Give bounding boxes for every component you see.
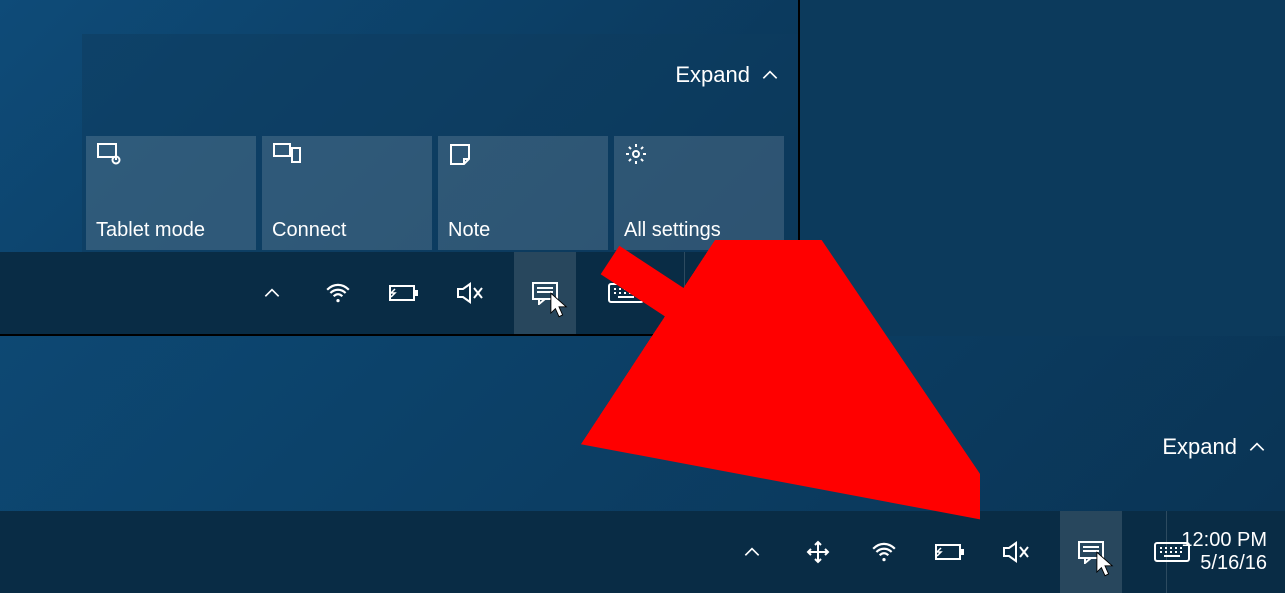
mouse-cursor-icon [550, 292, 568, 318]
expand-button[interactable]: Expand [675, 62, 780, 88]
expand-label: Expand [1162, 434, 1237, 460]
tray-overflow-button[interactable] [250, 271, 294, 315]
quick-action-tiles: Tablet mode Connect Note All settings [86, 136, 784, 250]
tile-label: Tablet mode [96, 219, 205, 242]
wifi-button[interactable] [316, 271, 360, 315]
action-center-panel: Expand Tablet mode Connect Note All sett… [82, 34, 798, 254]
battery-charging-icon [389, 285, 419, 301]
clock-time: 11:07 AM [699, 270, 782, 293]
tile-note[interactable]: Note [438, 136, 608, 250]
expand-label: Expand [675, 62, 750, 88]
tile-tablet-mode[interactable]: Tablet mode [86, 136, 256, 250]
connect-icon [272, 142, 300, 170]
action-center-button[interactable] [514, 252, 576, 334]
tray-overflow-button[interactable] [730, 530, 774, 574]
volume-muted-icon [456, 281, 484, 305]
volume-button[interactable] [994, 530, 1038, 574]
taskbar-before: 11:07 AM 5/16/16 [0, 252, 800, 334]
battery-charging-icon [935, 544, 965, 560]
clock-time: 12:00 PM [1181, 529, 1267, 552]
tile-connect[interactable]: Connect [262, 136, 432, 250]
wifi-button[interactable] [862, 530, 906, 574]
tile-label: All settings [624, 219, 721, 242]
taskbar-after: 12:00 PM 5/16/16 [0, 511, 1285, 593]
chevron-up-icon [262, 283, 282, 303]
move-icon [806, 540, 830, 564]
move-button[interactable] [796, 530, 840, 574]
taskbar-clock-before[interactable]: 11:07 AM 5/16/16 [684, 252, 792, 334]
battery-button[interactable] [928, 530, 972, 574]
touch-keyboard-icon [608, 283, 644, 303]
tile-label: Connect [272, 219, 347, 242]
tablet-mode-icon [96, 142, 124, 170]
clock-date: 5/16/16 [715, 293, 782, 316]
mouse-cursor-icon [1096, 551, 1114, 577]
chevron-up-icon [1247, 437, 1267, 457]
expand-button[interactable]: Expand [1162, 434, 1267, 460]
touch-keyboard-button[interactable] [598, 252, 654, 334]
action-center-button[interactable] [1060, 511, 1122, 593]
wifi-icon [325, 280, 351, 306]
clock-date: 5/16/16 [1200, 552, 1267, 575]
gear-icon [624, 142, 652, 170]
chevron-up-icon [742, 542, 762, 562]
chevron-up-icon [760, 65, 780, 85]
system-tray-after [730, 511, 1200, 593]
volume-muted-icon [1002, 540, 1030, 564]
before-region: Expand Tablet mode Connect Note All sett… [0, 0, 800, 336]
tile-label: Note [448, 219, 490, 242]
wifi-icon [871, 539, 897, 565]
system-tray-before [250, 252, 654, 334]
taskbar-clock-after[interactable]: 12:00 PM 5/16/16 [1166, 511, 1277, 593]
volume-button[interactable] [448, 271, 492, 315]
battery-button[interactable] [382, 271, 426, 315]
tile-all-settings[interactable]: All settings [614, 136, 784, 250]
after-region: Expand 12:00 PM 5/16/16 [0, 336, 1285, 593]
note-icon [448, 142, 476, 170]
